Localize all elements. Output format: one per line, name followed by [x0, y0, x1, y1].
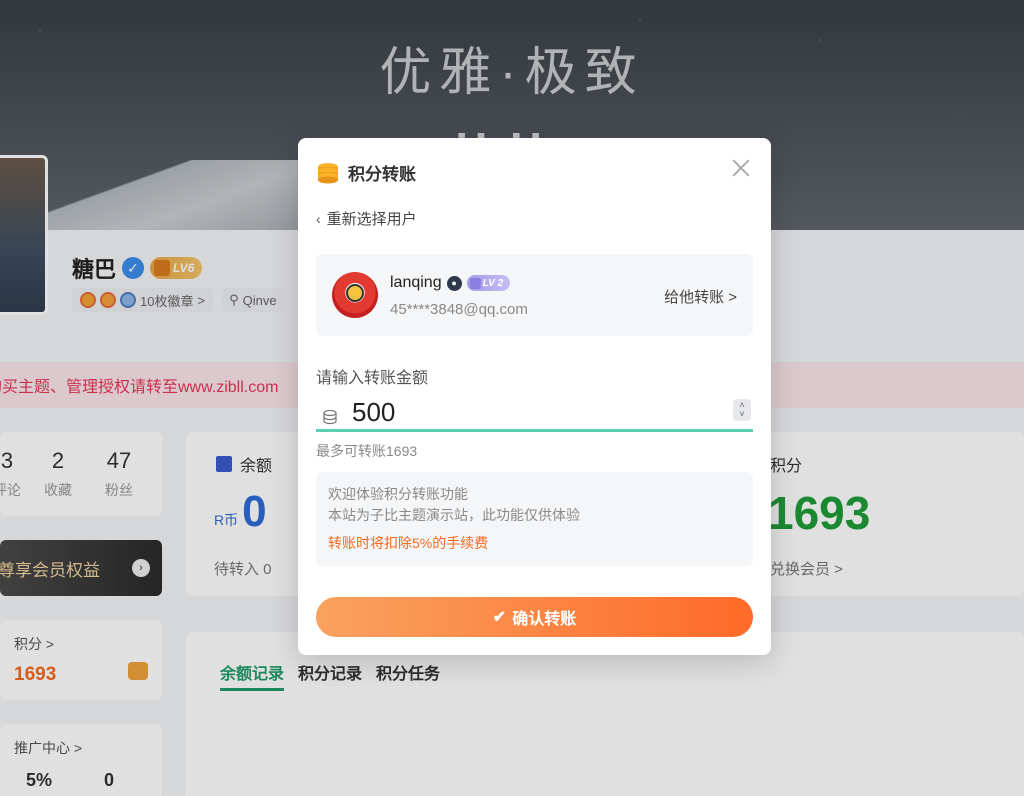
confirm-label: 确认转账: [512, 611, 577, 628]
amount-input[interactable]: [352, 396, 712, 428]
level-cube-icon: [469, 277, 481, 289]
recipient-level: LV 2: [482, 277, 504, 289]
info-line: 本站为子比主题演示站，此功能仅供体验: [328, 507, 580, 523]
chevron-left-icon: ‹: [316, 210, 321, 227]
max-transfer-hint: 最多可转账1693: [316, 443, 418, 459]
info-line: 欢迎体验积分转账功能: [328, 486, 468, 502]
chevron-down-icon[interactable]: ˅: [739, 410, 744, 419]
modal-header: 积分转账: [316, 160, 416, 185]
transfer-modal: 积分转账 ‹ 重新选择用户 lanqing ● LV 2 45****3848@…: [298, 138, 771, 655]
user-badge-icon: ●: [446, 275, 462, 291]
recipient-name: lanqing: [390, 274, 442, 291]
amount-label: 请输入转账金额: [316, 370, 429, 387]
info-box: 欢迎体验积分转账功能 本站为子比主题演示站，此功能仅供体验 转账时将扣除5%的手…: [316, 472, 753, 566]
lion-mascot-icon: [346, 284, 364, 302]
recipient-card: lanqing ● LV 2 45****3848@qq.com 给他转账 >: [316, 254, 753, 336]
recipient-name-row: lanqing ● LV 2: [390, 274, 511, 292]
reselect-label: 重新选择用户: [326, 211, 417, 228]
modal-title: 积分转账: [348, 165, 416, 184]
confirm-transfer-button[interactable]: ✔ 确认转账: [316, 597, 753, 637]
recipient-level-badge: LV 2: [466, 275, 511, 291]
recipient-avatar: [332, 272, 378, 318]
transfer-to-user-link[interactable]: 给他转账 >: [664, 286, 737, 307]
reselect-user-link[interactable]: ‹ 重新选择用户: [316, 208, 417, 229]
coins-icon: [318, 162, 338, 183]
check-icon: ✔: [492, 609, 507, 626]
fee-warning: 转账时将扣除5%的手续费: [328, 535, 489, 551]
coin-stack-icon: [323, 409, 337, 425]
amount-field: ˄ ˅: [316, 394, 753, 432]
amount-stepper[interactable]: ˄ ˅: [733, 399, 751, 421]
recipient-email: 45****3848@qq.com: [390, 301, 528, 318]
close-icon[interactable]: [731, 158, 751, 178]
